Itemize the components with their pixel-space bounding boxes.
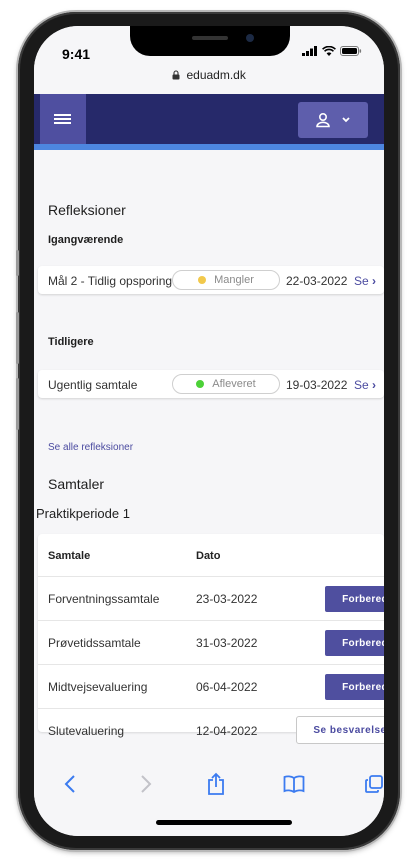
- conversation-name: Prøvetidssamtale: [48, 636, 141, 650]
- chevron-right-icon[interactable]: ›: [372, 378, 376, 392]
- conversations-heading: Samtaler: [48, 476, 105, 492]
- prepare-button[interactable]: Forbered: [325, 630, 384, 656]
- mute-switch: [16, 250, 19, 276]
- speaker: [192, 36, 228, 40]
- table-row: Midtvejsevaluering 06-04-2022 Forbered: [38, 664, 384, 709]
- phone-screen: 9:41 eduadm.dk Refleksioner Igangværende…: [34, 26, 384, 836]
- battery-icon: [340, 46, 362, 56]
- conversation-name: Midtvejsevaluering: [48, 680, 148, 694]
- url-text: eduadm.dk: [186, 68, 246, 82]
- column-header-name: Samtale: [48, 550, 91, 562]
- conversation-date: 12-04-2022: [196, 724, 258, 738]
- status-badge: Mangler: [172, 270, 280, 290]
- status-icons: [302, 46, 362, 56]
- user-icon: [316, 112, 330, 128]
- status-dot-icon: [196, 380, 205, 388]
- status-badge: Afleveret: [172, 374, 280, 394]
- signal-icon: [302, 46, 317, 56]
- status-label: Afleveret: [212, 378, 256, 390]
- reflection-name: Ugentlig samtale: [48, 378, 138, 392]
- share-icon[interactable]: [204, 772, 228, 796]
- status-bar: 9:41: [34, 26, 384, 70]
- reflection-date: 22-03-2022: [286, 274, 348, 288]
- reflection-date: 19-03-2022: [286, 378, 348, 392]
- chevron-right-icon[interactable]: ›: [372, 274, 376, 288]
- previous-heading: Tidligere: [48, 336, 94, 348]
- reflections-heading: Refleksioner: [48, 202, 126, 218]
- table-row: Slutevaluering 12-04-2022 Se besvarelse: [38, 708, 384, 753]
- conversation-name: Slutevaluering: [48, 724, 125, 738]
- chevron-right-icon[interactable]: [134, 772, 158, 796]
- see-answer-button[interactable]: Se besvarelse: [296, 716, 384, 744]
- prepare-button[interactable]: Forbered: [325, 586, 384, 612]
- table-row: Forventningssamtale 23-03-2022 Forbered: [38, 576, 384, 621]
- volume-down-button: [16, 378, 19, 430]
- prepare-button[interactable]: Forbered: [325, 674, 384, 700]
- conversations-table: Samtale Dato Forventningssamtale 23-03-2…: [38, 534, 384, 744]
- home-indicator: [156, 820, 292, 825]
- app-header: [34, 94, 384, 150]
- conversation-date: 31-03-2022: [196, 636, 258, 650]
- reflection-name: Mål 2 - Tidlig opsporing: [48, 274, 172, 288]
- wifi-icon: [322, 46, 336, 56]
- user-menu-button[interactable]: [298, 102, 368, 138]
- tabs-icon[interactable]: [362, 772, 384, 796]
- see-reflection-link[interactable]: Se: [354, 378, 369, 392]
- book-icon[interactable]: [282, 772, 306, 796]
- main-content: Refleksioner Igangværende Mål 2 - Tidlig…: [34, 150, 384, 762]
- address-bar[interactable]: eduadm.dk: [34, 68, 384, 92]
- status-time: 9:41: [62, 46, 91, 62]
- chevron-left-icon[interactable]: [58, 772, 82, 796]
- status-label: Mangler: [214, 274, 254, 286]
- lock-icon: [172, 70, 180, 80]
- see-reflection-link[interactable]: Se: [354, 274, 369, 288]
- see-all-reflections-link[interactable]: Se alle refleksioner: [48, 442, 133, 453]
- volume-up-button: [16, 312, 19, 364]
- column-header-date: Dato: [196, 550, 221, 562]
- table-row: Prøvetidssamtale 31-03-2022 Forbered: [38, 620, 384, 665]
- chevron-down-icon: [342, 117, 350, 123]
- conversation-date: 06-04-2022: [196, 680, 258, 694]
- hamburger-menu-icon: [54, 114, 71, 124]
- period-heading: Praktikperiode 1: [36, 506, 130, 521]
- notch: [130, 26, 290, 56]
- menu-button[interactable]: [40, 94, 86, 144]
- conversation-name: Forventningssamtale: [48, 592, 160, 606]
- reflection-row: Mål 2 - Tidlig opsporing Mangler 22-03-2…: [38, 266, 384, 294]
- conversation-date: 23-03-2022: [196, 592, 258, 606]
- ongoing-heading: Igangværende: [48, 234, 124, 246]
- reflection-row: Ugentlig samtale Afleveret 19-03-2022 Se…: [38, 370, 384, 398]
- front-camera: [246, 34, 254, 42]
- status-dot-icon: [198, 276, 207, 284]
